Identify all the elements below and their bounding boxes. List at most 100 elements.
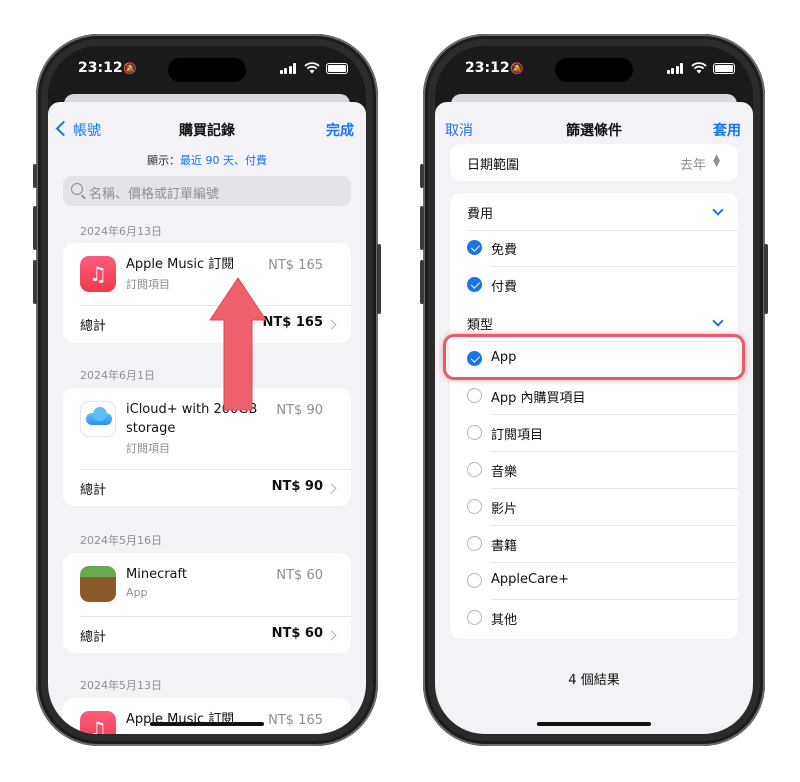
option-applecare[interactable]: AppleCare+ [467, 563, 738, 600]
option-books[interactable]: 書籍 [467, 526, 738, 563]
checkmark-icon [467, 240, 482, 255]
up-down-chevron-icon: ▲ ▼ [713, 153, 720, 169]
nav-bar: 取消 篩選條件 套用 [435, 120, 753, 142]
battery-icon [713, 63, 735, 74]
option-in-app-purchase[interactable]: App 內購買項目 [467, 378, 738, 415]
home-indicator [537, 722, 651, 726]
status-time: 23:12 [78, 60, 123, 76]
empty-circle-icon [467, 573, 482, 588]
action-button [420, 164, 424, 188]
dynamic-island [555, 58, 633, 82]
cellular-signal-icon [666, 63, 683, 74]
total-value: NT$ 60 [271, 626, 323, 641]
item-name: Minecraft [126, 567, 187, 582]
date-range-value: 去年 [679, 158, 706, 173]
item-name: Apple Music 訂閱 [126, 712, 235, 727]
item-name: Apple Music 訂閱 [126, 257, 235, 272]
status-bar: 23:12 🔕 [435, 58, 753, 82]
item-price: NT$ 165 [268, 713, 323, 728]
minecraft-icon [80, 566, 116, 602]
total-label: 總計 [80, 630, 107, 645]
chevron-down-icon[interactable] [712, 315, 724, 327]
music-icon: ♫ [80, 256, 116, 292]
purchase-card[interactable]: Minecraft App NT$ 60 總計 NT$ 60 [63, 553, 351, 653]
silent-bell-icon: 🔕 [123, 62, 137, 75]
home-indicator [150, 722, 264, 726]
volume-up-button [420, 206, 424, 250]
option-free[interactable]: 免費 [467, 230, 738, 267]
empty-circle-icon [467, 610, 482, 625]
page-title: 購買記錄 [179, 123, 235, 139]
wifi-icon [691, 62, 707, 74]
right-phone: 23:12 🔕 取消 篩選條件 套用 日期範圍 去年 ▲ ▼ 費用 免費 付費 … [420, 34, 768, 746]
filter-sheet: 取消 篩選條件 套用 日期範圍 去年 ▲ ▼ 費用 免費 付費 類型 App A… [435, 102, 753, 734]
item-price: NT$ 165 [268, 258, 323, 273]
filter-prefix: 顯示： [147, 154, 180, 167]
chevron-right-icon [326, 630, 337, 641]
date-range-row[interactable]: 日期範圍 去年 ▲ ▼ [450, 144, 738, 181]
volume-up-button [33, 206, 37, 250]
type-section-label: 類型 [467, 318, 494, 333]
page-title: 篩選條件 [566, 123, 622, 139]
option-label: 音樂 [491, 465, 518, 480]
option-label: 訂閱項目 [491, 428, 544, 443]
total-value: NT$ 165 [262, 315, 323, 330]
music-icon: ♫ [80, 711, 116, 734]
battery-icon [326, 63, 348, 74]
option-paid[interactable]: 付費 [467, 267, 738, 304]
total-value: NT$ 90 [271, 479, 323, 494]
status-bar: 23:12 🔕 [48, 58, 366, 82]
search-placeholder: 名稱、價格或訂單編號 [89, 187, 220, 202]
chevron-right-icon [326, 319, 337, 330]
item-price: NT$ 60 [276, 568, 323, 583]
divider [80, 469, 351, 470]
empty-circle-icon [467, 462, 482, 477]
item-type: 訂閱項目 [126, 442, 170, 455]
done-button[interactable]: 完成 [326, 120, 354, 140]
option-label: AppleCare+ [491, 572, 569, 587]
option-label: 付費 [491, 280, 518, 295]
empty-circle-icon [467, 388, 482, 403]
option-video[interactable]: 影片 [467, 489, 738, 526]
apply-button[interactable]: 套用 [713, 120, 741, 140]
status-time: 23:12 [465, 60, 510, 76]
filter-summary: 顯示：最近 90 天、付費 [48, 152, 366, 168]
power-button [764, 244, 768, 314]
dynamic-island [168, 58, 246, 82]
wifi-icon [304, 62, 320, 74]
purchase-date: 2024年6月1日 [80, 369, 155, 382]
filter-options-card: 費用 免費 付費 類型 App App 內購買項目 訂閱項目 音樂 影片 書籍 … [450, 193, 738, 639]
right-screen: 23:12 🔕 取消 篩選條件 套用 日期範圍 去年 ▲ ▼ 費用 免費 付費 … [435, 46, 753, 734]
purchase-card[interactable]: iCloud+ with 200GB storage 訂閱項目 NT$ 90 總… [63, 388, 351, 506]
item-price: NT$ 90 [276, 403, 323, 418]
option-label: 影片 [491, 502, 518, 517]
purchase-date: 2024年5月13日 [80, 679, 162, 692]
left-screen: 23:12 🔕 帳號 購買記錄 完成 顯示：最近 90 天、付費 名稱、價格或訂… [48, 46, 366, 734]
cost-section-label: 費用 [467, 207, 494, 222]
item-type: 訂閱項目 [126, 278, 170, 291]
purchase-card[interactable]: ♫ Apple Music 訂閱 訂閱項目 NT$ 165 總計 NT$ 165 [63, 243, 351, 343]
option-label: 其他 [491, 613, 518, 628]
option-label: App 內購買項目 [491, 391, 586, 406]
chevron-down-icon[interactable] [712, 204, 724, 216]
option-subscription[interactable]: 訂閱項目 [467, 415, 738, 452]
purchase-card[interactable]: ♫ Apple Music 訂閱 NT$ 165 [63, 698, 351, 734]
results-count: 4 個結果 [568, 673, 620, 688]
divider [80, 616, 351, 617]
nav-bar: 帳號 購買記錄 完成 [48, 120, 366, 142]
action-button [33, 164, 37, 188]
purchase-history-sheet: 帳號 購買記錄 完成 顯示：最近 90 天、付費 名稱、價格或訂單編號 2024… [48, 102, 366, 734]
highlight-annotation [443, 334, 745, 380]
search-field[interactable]: 名稱、價格或訂單編號 [63, 176, 351, 206]
empty-circle-icon [467, 536, 482, 551]
cellular-signal-icon [279, 63, 296, 74]
volume-down-button [420, 260, 424, 304]
purchase-date: 2024年6月13日 [80, 225, 162, 238]
option-label: 書籍 [491, 539, 518, 554]
purchase-date: 2024年5月16日 [80, 534, 162, 547]
option-music[interactable]: 音樂 [467, 452, 738, 489]
filter-link[interactable]: 最近 90 天、付費 [180, 154, 267, 167]
option-other[interactable]: 其他 [467, 600, 738, 637]
empty-circle-icon [467, 499, 482, 514]
icloud-icon [80, 401, 116, 437]
